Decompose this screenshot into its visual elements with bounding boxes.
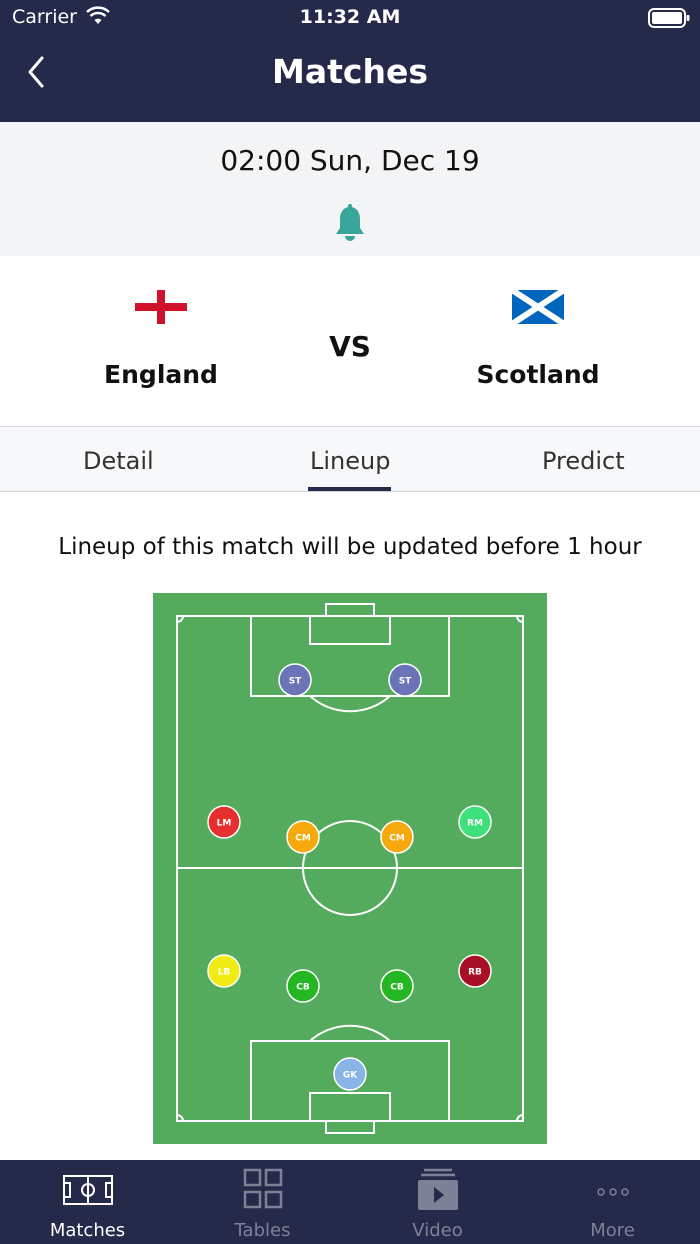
player-marker-rm[interactable]: RM xyxy=(458,805,492,839)
tab-lineup[interactable]: Lineup xyxy=(310,447,390,475)
pitch-icon xyxy=(63,1175,113,1205)
player-position-label: CB xyxy=(296,983,310,993)
match-date-band: 02:00 Sun, Dec 19 xyxy=(0,122,700,256)
player-marker-cm[interactable]: CM xyxy=(286,820,320,854)
player-position-label: CM xyxy=(295,834,311,844)
match-tabs: Detail Lineup Predict xyxy=(0,426,700,492)
away-team-name: Scotland xyxy=(476,360,600,389)
active-tab-indicator xyxy=(308,487,391,491)
battery-icon xyxy=(648,8,690,28)
lineup-note: Lineup of this match will be updated bef… xyxy=(58,534,642,560)
nav-video-label: Video xyxy=(412,1220,463,1241)
nav-matches-label: Matches xyxy=(49,1220,126,1241)
player-position-label: CM xyxy=(389,834,405,844)
player-marker-st[interactable]: ST xyxy=(278,663,312,697)
player-position-label: LB xyxy=(218,968,231,978)
player-position-label: ST xyxy=(399,677,412,687)
nav-matches[interactable]: Matches xyxy=(0,1160,175,1244)
scotland-flag-icon xyxy=(512,290,564,324)
status-time: 11:32 AM xyxy=(299,6,401,28)
player-position-label: LM xyxy=(217,819,232,829)
nav-tables[interactable]: Tables xyxy=(175,1160,350,1244)
nav-tables-label: Tables xyxy=(234,1220,291,1241)
player-position-label: RB xyxy=(468,968,482,978)
more-icon xyxy=(597,1188,629,1196)
player-marker-st[interactable]: ST xyxy=(388,663,422,697)
player-marker-lm[interactable]: LM xyxy=(207,805,241,839)
bottom-tab-bar: Matches Tables Video More xyxy=(0,1160,700,1244)
england-flag-icon xyxy=(135,290,187,324)
tab-predict[interactable]: Predict xyxy=(542,447,625,475)
nav-more[interactable]: More xyxy=(525,1160,700,1244)
teams-section: England VS Scotland xyxy=(0,256,700,426)
bell-icon[interactable] xyxy=(332,204,368,244)
nav-more-label: More xyxy=(590,1220,635,1241)
player-marker-cm[interactable]: CM xyxy=(380,820,414,854)
grid-icon xyxy=(243,1168,283,1209)
lineup-pitch: ST ST LM CM CM RM LB CB CB RB GK xyxy=(153,593,547,1144)
video-icon xyxy=(418,1168,458,1210)
nav-video[interactable]: Video xyxy=(350,1160,525,1244)
player-marker-rb[interactable]: RB xyxy=(458,954,492,988)
player-marker-gk[interactable]: GK xyxy=(333,1057,367,1091)
player-position-label: CB xyxy=(390,983,404,993)
top-bar: Carrier 11:32 AM Matches xyxy=(0,0,700,122)
player-position-label: RM xyxy=(467,819,483,829)
player-position-label: GK xyxy=(343,1071,358,1081)
player-marker-cb[interactable]: CB xyxy=(380,969,414,1003)
player-marker-cb[interactable]: CB xyxy=(286,969,320,1003)
page-title: Matches xyxy=(272,52,428,91)
match-datetime: 02:00 Sun, Dec 19 xyxy=(220,144,480,177)
tab-detail[interactable]: Detail xyxy=(83,447,154,475)
player-position-label: ST xyxy=(289,677,302,687)
player-marker-lb[interactable]: LB xyxy=(207,954,241,988)
away-team[interactable]: Scotland xyxy=(428,256,648,426)
home-team-name: England xyxy=(104,360,218,389)
